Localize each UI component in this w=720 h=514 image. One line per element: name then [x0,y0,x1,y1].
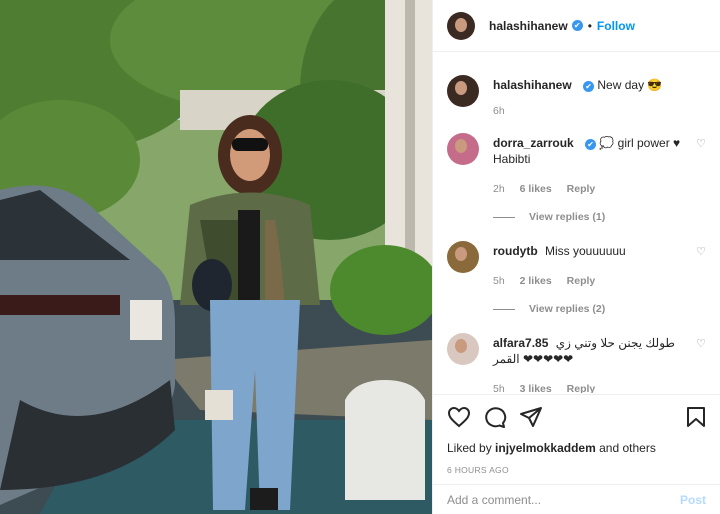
comment-text: 💭 girl power ♥ [599,136,681,150]
comment-meta: 2h 6 likes Reply [493,181,706,197]
like-comment-heart-icon[interactable]: ♡ [696,245,706,258]
caption-meta: 6h [493,103,706,119]
comment-body: roudytb Miss youuuuuu 5h 2 likes Reply [493,241,706,289]
likes-summary: Liked by injyelmokkaddem and others [447,441,706,455]
comment-meta: 5h 3 likes Reply [493,381,706,393]
verified-icon: ✔ [583,81,595,92]
replies-divider [493,216,515,218]
comments-list[interactable]: halashihanew ✔ New day 😎 6h dorra_zarrou… [433,53,720,393]
caption-text: New day 😎 [597,78,663,92]
view-replies-button[interactable]: View replies (2) [493,303,706,315]
replies-divider [493,308,515,310]
comment-username[interactable]: roudytb [493,244,538,258]
comment-item: roudytb Miss youuuuuu 5h 2 likes Reply ♡ [447,241,706,289]
reply-button[interactable]: Reply [567,183,596,195]
comment-time: 2h [493,183,505,195]
view-replies-label[interactable]: View replies (2) [529,303,605,315]
comment-time: 5h [493,275,505,287]
caption-avatar[interactable] [447,75,479,107]
post-comment-button[interactable]: Post [680,493,706,507]
post-details-panel: halashihanew ✔ • Follow halashihanew ✔ N… [432,0,720,514]
author-username[interactable]: halashihanew [489,19,568,33]
like-comment-heart-icon[interactable]: ♡ [696,337,706,350]
post-photo[interactable] [0,0,432,514]
like-heart-icon[interactable] [447,406,471,428]
instagram-post-view: halashihanew ✔ • Follow halashihanew ✔ N… [0,0,720,514]
post-header: halashihanew ✔ • Follow [433,0,720,52]
reply-button[interactable]: Reply [567,383,596,393]
caption-username[interactable]: halashihanew [493,78,572,92]
caption: halashihanew ✔ New day 😎 6h [447,75,706,119]
comment-text: طولك يجنن حلا وتني زي [555,336,675,350]
like-comment-heart-icon[interactable]: ♡ [696,137,706,150]
bookmark-icon[interactable] [686,406,706,428]
comment-bubble-icon[interactable] [483,406,507,428]
view-replies-label[interactable]: View replies (1) [529,211,605,223]
comment-avatar[interactable] [447,133,479,165]
verified-icon: ✔ [571,20,583,31]
view-replies-button[interactable]: View replies (1) [493,211,706,223]
comment-avatar[interactable] [447,333,479,365]
comment-username[interactable]: dorra_zarrouk [493,136,574,150]
caption-time: 6h [493,105,505,117]
comment-likes[interactable]: 6 likes [520,183,552,195]
comment-likes[interactable]: 3 likes [520,383,552,393]
verified-icon: ✔ [585,139,597,150]
comment-meta: 5h 2 likes Reply [493,273,706,289]
author-avatar[interactable] [447,11,475,40]
share-send-icon[interactable] [519,406,543,428]
comment-username[interactable]: alfara7.85 [493,336,548,350]
comment-time: 5h [493,383,505,393]
add-comment-bar: Add a comment... Post [433,484,720,514]
liked-by-suffix: and others [599,441,656,455]
comment-avatar[interactable] [447,241,479,273]
comment-text: Miss youuuuuu [545,244,626,258]
action-icons-row [447,405,706,429]
comment-text-line2: Habibti [493,152,531,166]
liked-by-user[interactable]: injyelmokkaddem [495,441,596,455]
caption-body: halashihanew ✔ New day 😎 6h [493,75,706,119]
photo-illustration [0,0,432,514]
comment-body: dorra_zarrouk ✔ 💭 girl power ♥ Habibti 2… [493,133,706,197]
comment-item: alfara7.85 طولك يجنن حلا وتني زي القمر ❤… [447,333,706,393]
post-actions: Liked by injyelmokkaddem and others 6 HO… [433,394,720,475]
comment-item: dorra_zarrouk ✔ 💭 girl power ♥ Habibti 2… [447,133,706,197]
comment-text-line2: القمر ❤❤❤❤❤ [493,352,574,366]
separator-dot: • [587,18,592,33]
follow-button[interactable]: Follow [597,19,635,33]
comment-input[interactable]: Add a comment... [447,493,680,507]
post-timestamp[interactable]: 6 HOURS AGO [447,465,706,475]
comment-body: alfara7.85 طولك يجنن حلا وتني زي القمر ❤… [493,333,706,393]
liked-by-prefix: Liked by [447,441,492,455]
reply-button[interactable]: Reply [567,275,596,287]
comment-likes[interactable]: 2 likes [520,275,552,287]
